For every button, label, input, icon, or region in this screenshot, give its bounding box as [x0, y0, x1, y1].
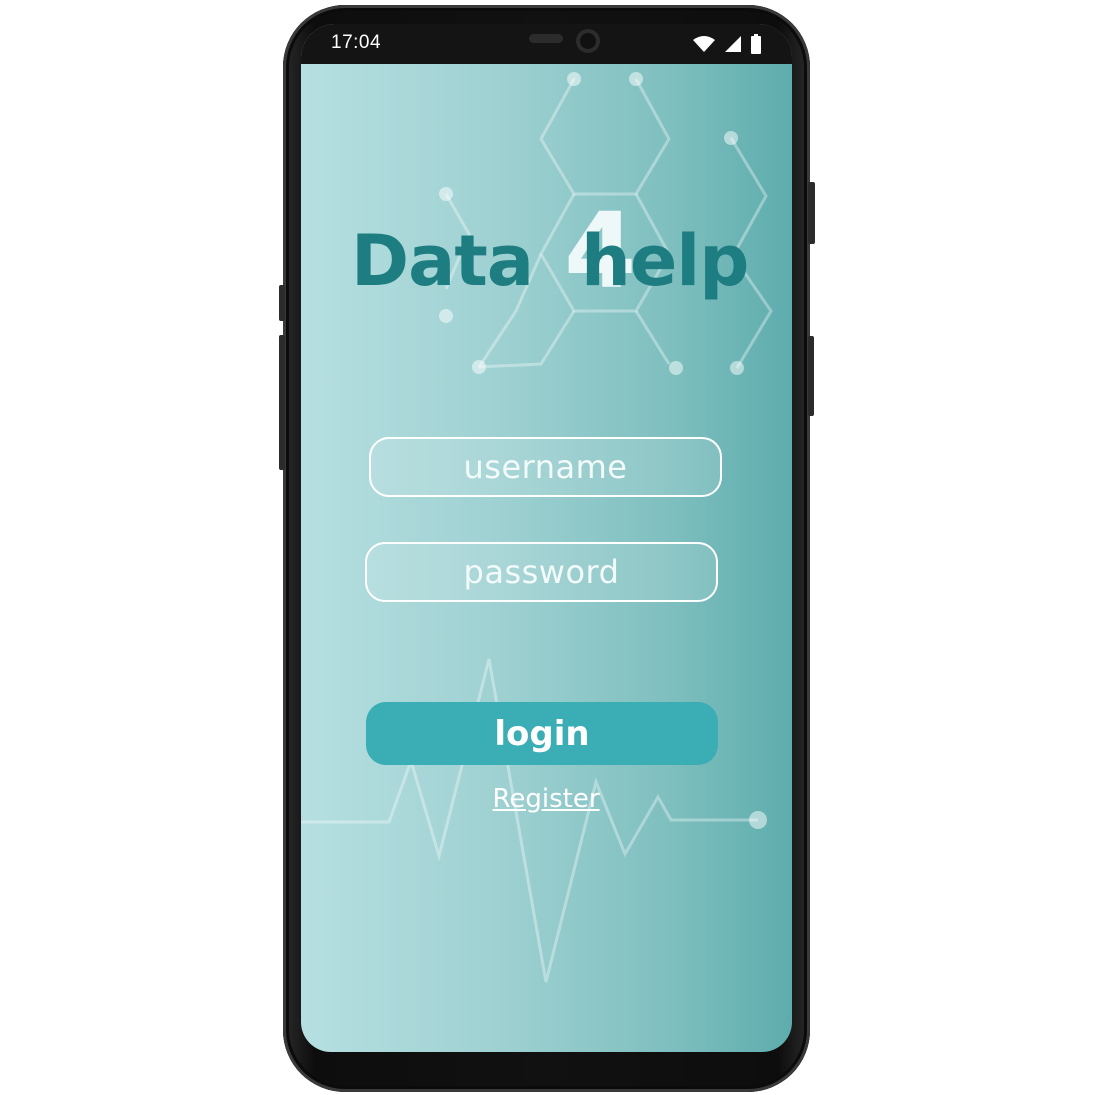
wifi-icon: [693, 36, 715, 52]
username-input[interactable]: username: [369, 437, 722, 497]
status-icons: [692, 34, 762, 54]
logo-text-help: help: [581, 220, 749, 302]
volume-down-button: [279, 335, 285, 470]
register-link[interactable]: Register: [471, 784, 621, 814]
cellular-signal-icon: [725, 36, 741, 52]
username-placeholder: username: [463, 448, 628, 486]
status-time: 17:04: [331, 32, 382, 53]
password-placeholder: password: [463, 553, 620, 591]
app-logo: Data 4 help: [351, 190, 751, 319]
background-decoration: [301, 72, 773, 983]
battery-icon: [751, 34, 761, 54]
login-button[interactable]: login: [366, 702, 718, 765]
front-camera-icon: [576, 29, 600, 53]
login-button-label: login: [494, 713, 590, 754]
password-input[interactable]: password: [365, 542, 718, 602]
power-button: [808, 336, 814, 416]
volume-up-button: [279, 285, 285, 321]
logo-text-data: Data: [351, 220, 534, 302]
app-screen: 17:04 Data 4 help username password logi…: [301, 24, 792, 1052]
earpiece-speaker: [529, 34, 563, 43]
alert-slider: [808, 182, 815, 244]
status-bar: 17:04: [301, 24, 792, 64]
